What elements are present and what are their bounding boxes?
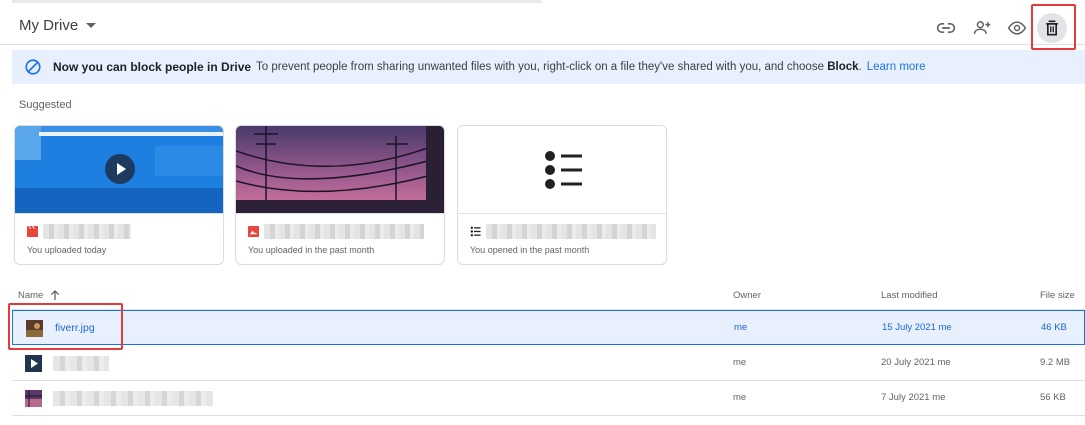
modified-by: me [937, 357, 951, 368]
size-cell: 9.2 MB [1040, 357, 1071, 368]
redacted-name [43, 224, 131, 239]
page-title: My Drive [19, 17, 79, 34]
preview-button[interactable] [1002, 13, 1032, 43]
info-banner: Now you can block people in Drive To pre… [12, 50, 1085, 84]
modified-date: 15 July 2021 [882, 322, 936, 333]
chevron-down-icon [86, 23, 97, 28]
modified-cell: 7 July 2021 me [881, 392, 945, 403]
image-thumbnail-icon [25, 390, 42, 407]
modified-date: 20 July 2021 [881, 357, 935, 368]
file-size-column-header[interactable]: File size [1040, 290, 1075, 301]
list-file-icon [470, 226, 481, 237]
owner-cell: me [733, 357, 747, 368]
modified-by: me [932, 392, 946, 403]
modified-date: 7 July 2021 [881, 392, 930, 403]
table-row[interactable]: fiverr.jpg me 15 July 2021 me 46 KB [12, 310, 1085, 345]
trash-icon [1046, 20, 1058, 36]
my-drive-menu[interactable]: My Drive [19, 17, 97, 34]
search-bar-edge [12, 0, 542, 3]
card-subtitle: You uploaded in the past month [248, 245, 375, 255]
modified-by: me [938, 322, 952, 333]
link-icon [936, 23, 956, 34]
banner-block-word: Block [827, 61, 859, 73]
suggested-card-list[interactable]: You opened in the past month [457, 125, 667, 265]
file-name[interactable]: fiverr.jpg [55, 322, 95, 334]
card-subtitle: You uploaded today [27, 245, 107, 255]
remove-button[interactable] [1037, 13, 1067, 43]
name-column-header[interactable]: Name [18, 290, 60, 301]
share-button[interactable] [967, 13, 997, 43]
suggested-card-video[interactable]: You uploaded today [14, 125, 224, 265]
image-file-icon [248, 226, 259, 237]
modified-cell: 20 July 2021 me [881, 357, 951, 368]
redacted-name [486, 224, 656, 239]
banner-title: Now you can block people in Drive [53, 60, 252, 74]
arrow-up-icon [51, 290, 60, 301]
top-strip [0, 0, 1085, 9]
image-thumbnail [236, 126, 444, 213]
table-row[interactable]: me 7 July 2021 me 56 KB [12, 381, 1085, 416]
redacted-name [264, 224, 424, 239]
size-cell: 46 KB [1041, 322, 1067, 333]
learn-more-link[interactable]: Learn more [867, 61, 926, 73]
eye-icon [1007, 21, 1027, 35]
suggested-label: Suggested [19, 99, 72, 111]
block-icon [25, 59, 41, 75]
size-cell: 56 KB [1040, 392, 1066, 403]
card-meta: You uploaded in the past month [236, 213, 444, 264]
last-modified-column-header[interactable]: Last modified [881, 290, 938, 301]
owner-cell: me [733, 392, 747, 403]
list-thumbnail [458, 126, 666, 213]
image-thumbnail-icon [26, 320, 43, 337]
video-thumbnail-icon [25, 355, 42, 372]
table-row[interactable]: me 20 July 2021 me 9.2 MB [12, 346, 1085, 381]
redacted-name [53, 391, 213, 406]
owner-column-header[interactable]: Owner [733, 290, 761, 301]
get-link-button[interactable] [931, 13, 961, 43]
name-header-label: Name [18, 290, 44, 301]
card-meta: You opened in the past month [458, 213, 666, 264]
person-add-icon [973, 21, 991, 34]
video-file-icon [27, 226, 38, 237]
banner-body: To prevent people from sharing unwanted … [256, 61, 824, 73]
modified-cell: 15 July 2021 me [882, 322, 952, 333]
owner-cell: me [734, 322, 748, 333]
banner-suffix: . [858, 61, 862, 73]
card-subtitle: You opened in the past month [470, 245, 590, 255]
play-icon [105, 154, 135, 184]
drive-header: My Drive [0, 9, 1085, 45]
suggested-card-image[interactable]: You uploaded in the past month [235, 125, 445, 265]
card-meta: You uploaded today [15, 213, 223, 264]
video-thumbnail [15, 126, 223, 213]
redacted-name [53, 356, 109, 371]
list-large-icon [545, 151, 582, 189]
